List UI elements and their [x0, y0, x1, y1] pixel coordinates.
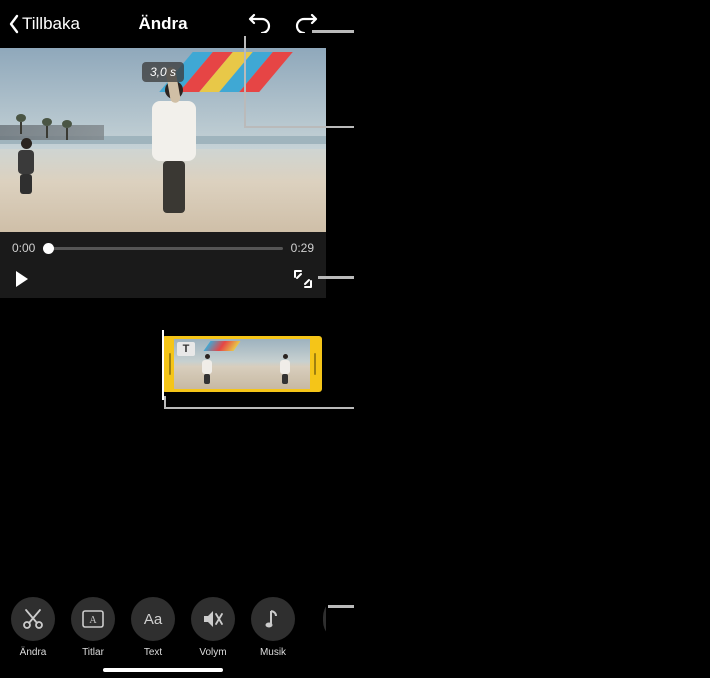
tool-text[interactable]: Aa Text — [130, 597, 176, 658]
play-icon — [14, 270, 30, 288]
bottom-toolbar: Ändra A Titlar Aa Text Volym Musik — [0, 597, 326, 658]
callout-line — [244, 36, 246, 126]
callout-line — [312, 30, 354, 33]
clip-thumbnail — [242, 339, 310, 389]
tool-music-label: Musik — [260, 647, 286, 658]
scissors-icon — [11, 597, 55, 641]
scene-tree — [40, 118, 54, 138]
tool-edit-label: Ändra — [20, 647, 47, 658]
tool-partial-label: Ber — [325, 647, 326, 658]
callout-line — [244, 126, 354, 128]
home-indicator[interactable] — [103, 668, 223, 672]
partial-icon — [323, 597, 326, 641]
scrub-bar: 0:00 0:29 — [0, 232, 326, 264]
tool-volume-label: Volym — [199, 647, 226, 658]
tool-partial[interactable]: Ber — [310, 597, 326, 658]
time-end-label: 0:29 — [291, 241, 314, 255]
callout-line — [318, 276, 354, 279]
playback-row — [0, 264, 326, 298]
back-label: Tillbaka — [22, 14, 80, 34]
tool-titles-label: Titlar — [82, 647, 104, 658]
scene-tree — [14, 114, 28, 134]
timeline-playhead[interactable] — [162, 330, 164, 400]
svg-text:A: A — [89, 615, 97, 626]
fullscreen-button[interactable] — [294, 270, 312, 293]
clip-trim-handle-right[interactable] — [310, 339, 319, 389]
timeline[interactable]: T — [0, 336, 326, 408]
timeline-clip[interactable]: T — [162, 336, 322, 392]
clip-title-indicator: T — [177, 342, 195, 356]
callout-line — [164, 407, 354, 409]
time-start-label: 0:00 — [12, 241, 35, 255]
tool-text-label: Text — [144, 647, 162, 658]
redo-button[interactable] — [294, 11, 318, 38]
clip-trim-handle-left[interactable] — [165, 339, 174, 389]
undo-icon — [248, 11, 272, 33]
scrub-playhead[interactable] — [43, 243, 54, 254]
undo-button[interactable] — [248, 11, 272, 38]
music-icon — [251, 597, 295, 641]
screen-title: Ändra — [138, 14, 187, 34]
undo-redo-group — [248, 11, 318, 38]
scene-person-child — [13, 138, 39, 198]
titles-icon: A — [71, 597, 115, 641]
tool-edit[interactable]: Ändra — [10, 597, 56, 658]
callout-line — [328, 605, 354, 608]
top-bar: Tillbaka Ändra — [0, 0, 326, 48]
scene-tree — [60, 120, 74, 140]
video-viewer[interactable]: 3,0 s — [0, 48, 326, 232]
tool-music[interactable]: Musik — [250, 597, 296, 658]
text-icon: Aa — [131, 597, 175, 641]
back-button[interactable]: Tillbaka — [8, 14, 80, 34]
tool-volume[interactable]: Volym — [190, 597, 236, 658]
tool-titles[interactable]: A Titlar — [70, 597, 116, 658]
mute-icon — [191, 597, 235, 641]
scene-person-main — [150, 81, 198, 221]
play-button[interactable] — [14, 270, 30, 293]
clip-duration-badge: 3,0 s — [142, 62, 184, 82]
scrub-track[interactable] — [43, 247, 282, 250]
chevron-left-icon — [8, 14, 20, 34]
expand-icon — [294, 270, 312, 288]
app-screen: Tillbaka Ändra 3,0 s 0:00 — [0, 0, 326, 678]
